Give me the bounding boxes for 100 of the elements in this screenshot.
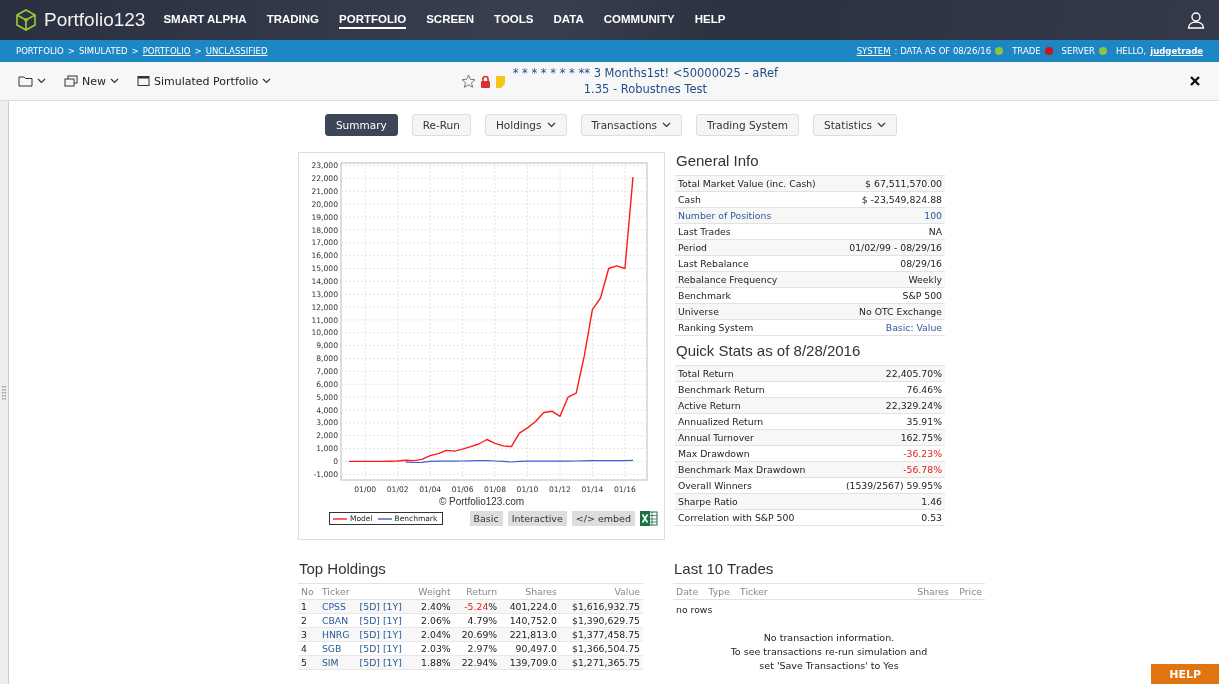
info-link[interactable]: Number of Positions <box>675 207 835 224</box>
nav-item[interactable]: TOOLS <box>494 11 534 29</box>
column-header: Ticker <box>737 583 909 600</box>
info-value: 22,405.70% <box>827 365 945 382</box>
info-value: -56.78% <box>827 461 945 478</box>
ticker-link[interactable]: SGB <box>318 641 357 656</box>
column-header: Shares <box>500 583 560 600</box>
nav-item[interactable]: TRADING <box>266 11 320 29</box>
section-title: Quick Stats as of 8/28/2016 <box>676 342 862 359</box>
info-value: 01/02/99 - 08/29/16 <box>835 239 945 256</box>
table-cell: 140,752.0 <box>500 613 560 628</box>
info-label: Ranking System <box>675 319 835 336</box>
folder-menu-button[interactable] <box>18 75 46 87</box>
breadcrumb-separator: > <box>131 46 139 56</box>
close-icon[interactable] <box>1189 75 1201 87</box>
chart-link[interactable]: [1Y] <box>382 643 402 654</box>
column-header: No <box>298 583 319 600</box>
breadcrumb-item[interactable]: PORTFOLIO <box>16 46 64 56</box>
cube-logo-icon <box>14 8 38 32</box>
info-value: Weekly <box>835 271 945 288</box>
chart-option-button[interactable]: Basic <box>469 511 503 526</box>
username-link[interactable]: judgetrade <box>1150 46 1203 56</box>
chart-link[interactable]: [5D] <box>359 601 380 612</box>
nav-item[interactable]: SMART ALPHA <box>163 11 247 29</box>
section-title: Top Holdings <box>299 560 387 577</box>
portfolio-type-button[interactable]: Simulated Portfolio <box>137 74 272 88</box>
column-header: Ticker <box>318 583 411 600</box>
user-icon[interactable] <box>1187 11 1205 29</box>
info-value: 162.75% <box>827 429 945 446</box>
chart-link[interactable]: [1Y] <box>382 657 402 668</box>
status-label: : DATA AS OF 08/26/16 <box>894 46 992 56</box>
column-header: Weight <box>410 583 454 600</box>
table-cell: 90,497.0 <box>500 641 560 656</box>
breadcrumb-item[interactable]: SIMULATED <box>78 46 128 56</box>
breadcrumb-separator: > <box>194 46 202 56</box>
star-icon[interactable] <box>461 73 477 89</box>
info-label: Active Return <box>675 397 828 414</box>
column-header: Shares <box>908 583 952 600</box>
chart-link[interactable]: [5D] <box>359 629 380 640</box>
chart-link[interactable]: [5D] <box>359 643 380 654</box>
column-header: Value <box>559 583 643 600</box>
chart-link[interactable]: [1Y] <box>382 615 402 626</box>
status-label: TRADE <box>1012 46 1041 56</box>
section-title: Last 10 Trades <box>674 560 775 577</box>
column-header: Type <box>705 583 737 600</box>
table-cell: 2.97% <box>453 641 501 656</box>
info-label: Universe <box>675 303 835 320</box>
info-value: No OTC Exchange <box>835 303 945 320</box>
system-link[interactable]: SYSTEM <box>856 46 891 56</box>
portfolio-title: * * * * * * * ** 3 Months1st! <50000025 - aRef 1.35 - Robustnes Test <box>511 65 780 97</box>
greeting-text: HELLO, <box>1115 46 1147 56</box>
info-label: Period <box>675 239 835 256</box>
column-header: Price <box>951 583 985 600</box>
table-cell: $1,366,504.75 <box>559 641 643 656</box>
tab[interactable]: Statistics <box>813 114 898 136</box>
table-cell: 2.06% <box>410 613 454 628</box>
info-value: 1.46 <box>827 493 945 510</box>
tab[interactable]: Trading System <box>696 114 800 136</box>
chart-link[interactable]: [5D] <box>359 615 380 626</box>
section-title: General Info <box>676 152 760 169</box>
nav-item[interactable]: SCREEN <box>426 11 475 29</box>
table-cell: $1,390,629.75 <box>559 613 643 628</box>
brand-name[interactable]: Portfolio123 <box>44 9 146 31</box>
tab[interactable]: Holdings <box>484 114 567 136</box>
empty-table-text: no rows <box>675 603 714 617</box>
grip-icon <box>2 386 6 400</box>
chevron-down-icon <box>37 78 46 84</box>
info-link[interactable]: 100 <box>835 207 945 224</box>
table-cell: 2 <box>298 613 319 628</box>
info-label: Annual Turnover <box>675 429 828 446</box>
table-cell: 4.79% <box>453 613 501 628</box>
tab[interactable]: Re-Run <box>411 114 471 136</box>
info-value: 0.53 <box>827 509 945 526</box>
chart-link[interactable]: [1Y] <box>382 629 402 640</box>
tab[interactable]: Summary <box>324 114 398 136</box>
chart-link[interactable]: [1Y] <box>382 601 402 612</box>
column-header: Return <box>453 583 501 600</box>
chart-link[interactable]: [5D] <box>359 657 380 668</box>
new-button[interactable]: New <box>64 74 119 88</box>
info-link[interactable]: Basic: Value <box>835 319 945 336</box>
lock-icon[interactable] <box>480 74 492 88</box>
nav-item[interactable]: PORTFOLIO <box>339 11 407 29</box>
nav-item[interactable]: DATA <box>553 11 584 29</box>
chevron-down-icon <box>110 78 119 84</box>
window-icon <box>137 75 150 87</box>
breadcrumb-link[interactable]: UNCLASSIFIED <box>205 46 268 56</box>
breadcrumb-link[interactable]: PORTFOLIO <box>142 46 191 56</box>
info-label: Benchmark Max Drawdown <box>675 461 828 478</box>
spreadsheet-icon[interactable] <box>640 510 658 527</box>
info-value: 22,329.24% <box>827 397 945 414</box>
nav-item[interactable]: HELP <box>694 11 726 29</box>
nav-item[interactable]: COMMUNITY <box>603 11 675 29</box>
tab[interactable]: Transactions <box>580 114 683 136</box>
chart-option-button[interactable]: </> embed <box>571 511 635 526</box>
table-cell: 2.03% <box>410 641 454 656</box>
side-panel-handle[interactable] <box>0 101 9 684</box>
info-label: Sharpe Ratio <box>675 493 828 510</box>
chart-option-button[interactable]: Interactive <box>507 511 567 526</box>
ticker-link[interactable]: CBAN <box>318 613 357 628</box>
info-value: $ 67,511,570.00 <box>835 175 945 192</box>
